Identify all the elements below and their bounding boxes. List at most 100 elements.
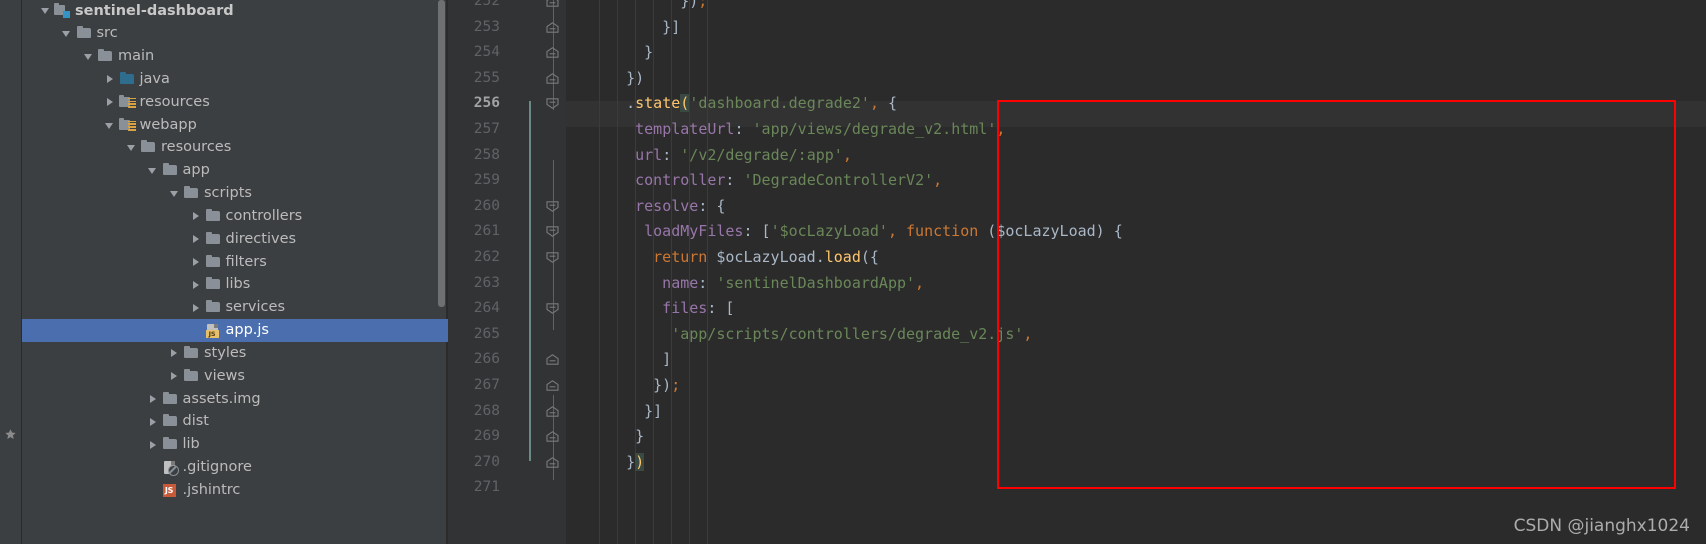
line-number[interactable]: 258: [448, 143, 500, 169]
chevron-down-icon[interactable]: [168, 187, 181, 200]
code-line[interactable]: }): [626, 66, 644, 92]
code-line[interactable]: templateUrl: 'app/views/degrade_v2.html'…: [635, 117, 1005, 143]
code-line[interactable]: resolve: {: [635, 194, 725, 220]
code-line[interactable]: return $ocLazyLoad.load({: [653, 245, 879, 271]
fold-collapse-icon[interactable]: [546, 226, 559, 238]
code-line[interactable]: url: '/v2/degrade/:app',: [635, 143, 852, 169]
tree-item-directives[interactable]: directives: [22, 228, 448, 251]
tree-item-app-js[interactable]: JS app.js: [22, 319, 448, 342]
fold-end-icon[interactable]: [546, 0, 559, 7]
tree-item-main[interactable]: main: [22, 45, 448, 68]
line-number[interactable]: 253: [448, 15, 500, 41]
tree-item-views[interactable]: views: [22, 365, 448, 388]
code-line[interactable]: files: [: [662, 296, 734, 322]
code-line[interactable]: });: [653, 373, 680, 399]
fold-end-icon[interactable]: [546, 456, 559, 468]
tree-item-assets-img[interactable]: assets.img: [22, 388, 448, 411]
code-token: }): [626, 68, 645, 87]
fold-end-icon[interactable]: [546, 431, 559, 442]
line-number[interactable]: 267: [448, 373, 500, 399]
line-number[interactable]: 261: [448, 219, 500, 245]
code-line[interactable]: name: 'sentinelDashboardApp',: [662, 271, 924, 297]
fold-end-icon[interactable]: [546, 405, 559, 417]
line-number[interactable]: 260: [448, 194, 500, 220]
tree-item-webapp[interactable]: webapp: [22, 114, 448, 137]
code-text-area[interactable]: });}]}}) .state('dashboard.degrade2', {te…: [566, 0, 1706, 544]
code-line[interactable]: 'app/scripts/controllers/degrade_v2.js',: [671, 322, 1032, 348]
line-number[interactable]: 269: [448, 424, 500, 450]
chevron-down-icon[interactable]: [147, 164, 160, 177]
code-line[interactable]: .state('dashboard.degrade2', {: [626, 91, 897, 117]
code-folding-column[interactable]: [544, 0, 562, 544]
line-number[interactable]: 263: [448, 271, 500, 297]
chevron-down-icon[interactable]: [61, 27, 74, 40]
fold-collapse-icon[interactable]: [546, 98, 559, 110]
line-number[interactable]: 270: [448, 450, 500, 476]
tree-item-libs[interactable]: libs: [22, 273, 448, 296]
code-line[interactable]: }): [626, 450, 645, 476]
tree-item-controllers[interactable]: controllers: [22, 205, 448, 228]
tree-item-gitignore[interactable]: .gitignore: [22, 456, 448, 479]
tree-item-resources[interactable]: resources: [22, 136, 448, 159]
code-line[interactable]: loadMyFiles: ['$ocLazyLoad', function ($…: [644, 219, 1123, 245]
tree-item-scripts[interactable]: scripts: [22, 182, 448, 205]
chevron-down-icon[interactable]: [104, 119, 117, 132]
tree-item-styles[interactable]: styles: [22, 342, 448, 365]
tree-item-lib[interactable]: lib: [22, 433, 448, 456]
line-number[interactable]: 268: [448, 399, 500, 425]
fold-end-icon[interactable]: [546, 72, 559, 84]
fold-end-icon[interactable]: [546, 21, 559, 33]
chevron-down-icon[interactable]: [39, 4, 52, 17]
tree-item-src[interactable]: src: [22, 22, 448, 45]
chevron-down-icon[interactable]: [125, 141, 138, 154]
line-number[interactable]: 271: [448, 475, 500, 501]
chevron-right-icon[interactable]: [104, 73, 117, 86]
line-number[interactable]: 257: [448, 117, 500, 143]
fold-end-icon[interactable]: [546, 354, 559, 366]
code-line[interactable]: });: [680, 0, 707, 15]
tree-item-services[interactable]: services: [22, 296, 448, 319]
line-number[interactable]: 264: [448, 296, 500, 322]
line-number[interactable]: 262: [448, 245, 500, 271]
line-number[interactable]: 259: [448, 168, 500, 194]
line-number[interactable]: 266: [448, 347, 500, 373]
chevron-right-icon[interactable]: [104, 96, 117, 109]
line-number[interactable]: 256: [448, 91, 500, 117]
code-line[interactable]: ]: [662, 347, 671, 373]
code-line[interactable]: }: [644, 40, 653, 66]
tree-item-filters[interactable]: filters: [22, 251, 448, 274]
tree-item-sentinel-dashboard[interactable]: sentinel-dashboard: [22, 0, 448, 22]
fold-collapse-icon[interactable]: [546, 201, 559, 212]
tree-item-java[interactable]: java: [22, 68, 448, 91]
fold-end-icon[interactable]: [546, 47, 559, 58]
chevron-right-icon[interactable]: [190, 301, 203, 314]
fold-collapse-icon[interactable]: [546, 252, 559, 263]
chevron-right-icon[interactable]: [168, 370, 181, 383]
chevron-right-icon[interactable]: [190, 210, 203, 223]
line-number[interactable]: 265: [448, 322, 500, 348]
tree-item-jshintrc[interactable]: JS .jshintrc: [22, 479, 448, 502]
code-editor[interactable]: 252 253 254 255 256 257 258 259 260 261 262 263 264 2…: [448, 0, 1706, 544]
tree-item-resources[interactable]: resources: [22, 91, 448, 114]
code-line[interactable]: }]: [644, 399, 662, 425]
fold-end-icon[interactable]: [546, 380, 559, 391]
line-number[interactable]: 255: [448, 66, 500, 92]
chevron-right-icon[interactable]: [168, 347, 181, 360]
chevron-right-icon[interactable]: [147, 438, 160, 451]
line-number[interactable]: 252: [448, 0, 500, 15]
code-line[interactable]: }]: [662, 15, 680, 41]
chevron-right-icon[interactable]: [190, 278, 203, 291]
jshint-file-icon: JS: [162, 483, 179, 498]
chevron-right-icon[interactable]: [190, 233, 203, 246]
fold-collapse-icon[interactable]: [546, 303, 559, 315]
chevron-right-icon[interactable]: [190, 256, 203, 269]
chevron-right-icon[interactable]: [147, 415, 160, 428]
code-line[interactable]: controller: 'DegradeControllerV2',: [635, 168, 942, 194]
chevron-down-icon[interactable]: [82, 50, 95, 63]
line-number[interactable]: 254: [448, 40, 500, 66]
project-tree-panel[interactable]: sentinel-dashboard src main java resources we…: [22, 0, 448, 544]
tree-item-dist[interactable]: dist: [22, 410, 448, 433]
code-line[interactable]: }: [635, 424, 644, 450]
tree-item-app[interactable]: app: [22, 159, 448, 182]
chevron-right-icon[interactable]: [147, 393, 160, 406]
